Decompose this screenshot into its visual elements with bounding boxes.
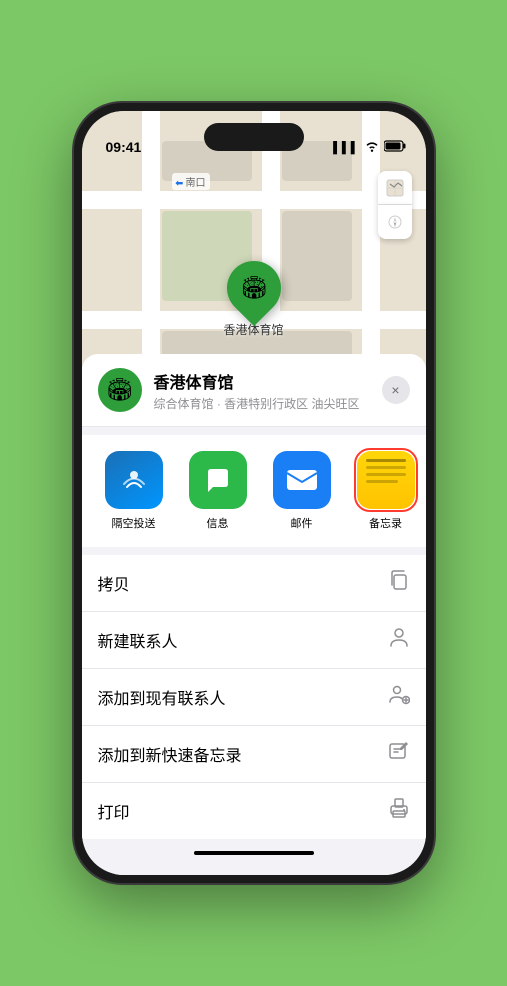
notes-line-1 [366,459,406,462]
venue-emoji-icon: 🏟 [106,377,134,403]
share-item-mail[interactable]: 邮件 [266,451,338,531]
share-item-messages[interactable]: 信息 [182,451,254,531]
phone-screen: 09:41 ▌▌▌ [82,111,426,875]
map-label: ⬅ 南口 [172,173,210,190]
dynamic-island [204,123,304,151]
mail-icon [273,451,331,509]
venue-name: 香港体育馆 [154,369,370,393]
notes-highlight-border [357,451,415,509]
compass-button[interactable] [378,205,412,239]
map-block [282,211,352,301]
share-row: 隔空投送 信息 [82,435,426,547]
action-copy[interactable]: 拷贝 [82,555,426,612]
location-pin: 🏟 香港体育馆 [224,261,284,338]
action-new-contact[interactable]: 新建联系人 [82,612,426,669]
venue-description: 综合体育馆 · 香港特别行政区 油尖旺区 [154,395,370,412]
action-print[interactable]: 打印 [82,783,426,839]
venue-info: 香港体育馆 综合体育馆 · 香港特别行政区 油尖旺区 [154,369,370,412]
action-add-existing-contact[interactable]: 添加到现有联系人 [82,669,426,726]
mail-label: 邮件 [291,515,313,531]
wifi-icon [365,141,379,155]
phone-frame: 09:41 ▌▌▌ [74,103,434,883]
action-print-label: 打印 [98,799,130,823]
notes-label: 备忘录 [369,515,402,531]
notes-line-2 [366,466,406,469]
action-new-contact-label: 新建联系人 [98,628,178,652]
map-controls [378,171,412,239]
share-item-notes[interactable]: 备忘录 [350,451,422,531]
action-add-quick-note-label: 添加到新快速备忘录 [98,742,242,766]
airdrop-icon [105,451,163,509]
status-time: 09:41 [102,139,142,155]
copy-icon [388,569,410,597]
action-add-existing-label: 添加到现有联系人 [98,685,226,709]
quick-note-icon [388,740,410,768]
new-contact-icon [388,626,410,654]
close-button[interactable]: × [382,376,410,404]
notes-icon [357,451,415,509]
action-add-quick-note[interactable]: 添加到新快速备忘录 [82,726,426,783]
venue-icon: 🏟 [98,368,142,412]
bottom-indicator [194,851,314,855]
share-item-airdrop[interactable]: 隔空投送 [98,451,170,531]
notes-line-4 [366,480,398,483]
status-icons: ▌▌▌ [333,140,405,155]
pin-circle: 🏟 [215,250,291,326]
venue-card: 🏟 香港体育馆 综合体育馆 · 香港特别行政区 油尖旺区 × [82,354,426,427]
notes-line-3 [366,473,406,476]
notes-lines [366,459,406,483]
airdrop-label: 隔空投送 [112,515,156,531]
bottom-sheet: 🏟 香港体育馆 综合体育馆 · 香港特别行政区 油尖旺区 × [82,354,426,875]
action-list: 拷贝 新建联系人 [82,555,426,839]
signal-icon: ▌▌▌ [333,142,359,154]
messages-icon [189,451,247,509]
add-existing-contact-icon [388,683,410,711]
messages-label: 信息 [207,515,229,531]
pin-inner-icon: 🏟 [240,275,268,301]
print-icon [388,797,410,825]
action-copy-label: 拷贝 [98,571,130,595]
map-type-button[interactable] [378,171,412,205]
battery-icon [384,140,406,155]
